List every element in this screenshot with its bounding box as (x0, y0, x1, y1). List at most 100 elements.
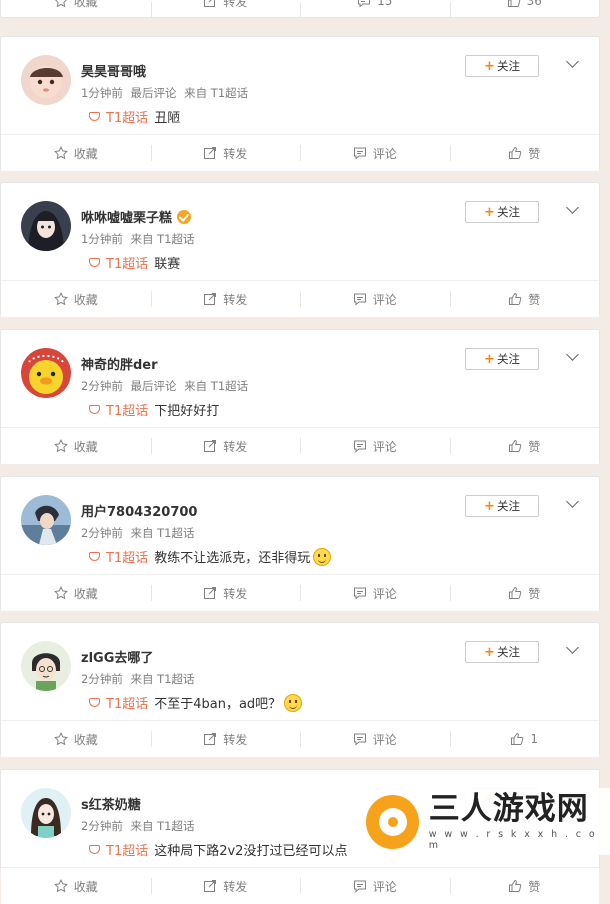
user-name-text[interactable]: zlGG去哪了 (81, 647, 153, 666)
repost-button[interactable]: 转发 (150, 721, 301, 757)
chevron-down-icon[interactable] (566, 641, 579, 654)
favorite-button[interactable]: 收藏 (1, 575, 151, 611)
user-name-text[interactable]: s红茶奶糖 (81, 794, 141, 813)
site-watermark: 三人游戏网 w w w . r s k x x h . c o m (360, 788, 610, 855)
like-button[interactable]: 36 (449, 0, 600, 18)
user-name[interactable]: 咻咻嘘嘘栗子糕 (81, 207, 192, 226)
repost-button[interactable]: 转发 (150, 575, 301, 611)
post-meta: 2分钟前 来自 T1超话 (81, 671, 198, 687)
comment-icon (357, 0, 371, 8)
star-icon (53, 439, 68, 453)
like-button[interactable]: 赞 (449, 868, 600, 904)
post-time[interactable]: 2分钟前 (81, 526, 123, 540)
follow-button[interactable]: + 关注 (465, 495, 539, 517)
like-label: 赞 (528, 879, 541, 894)
chevron-down-icon[interactable] (566, 55, 579, 68)
supertopic-icon (89, 405, 100, 414)
favorite-button[interactable]: 收藏 (1, 721, 151, 757)
user-name[interactable]: 昊昊哥哥哦 (81, 61, 146, 80)
post-time[interactable]: 1分钟前 (81, 86, 123, 100)
like-button[interactable]: 1 (449, 721, 600, 757)
user-name-text[interactable]: 昊昊哥哥哦 (81, 61, 146, 80)
star-icon (54, 0, 68, 8)
post-time[interactable]: 2分钟前 (81, 819, 123, 833)
comment-button[interactable]: 评论 (300, 721, 450, 757)
follow-button[interactable]: + 关注 (465, 348, 539, 370)
comment-button[interactable]: 评论 (300, 428, 450, 464)
topic-text[interactable]: T1超话 (106, 400, 148, 419)
like-button[interactable]: 赞 (449, 135, 600, 171)
avatar[interactable] (21, 788, 71, 838)
topic-link[interactable]: T1超话 (89, 107, 148, 126)
user-name[interactable]: 用户7804320700 (81, 501, 197, 520)
topic-text[interactable]: T1超话 (106, 547, 148, 566)
follow-button[interactable]: + 关注 (465, 201, 539, 223)
post-text: 这种局下路2v2没打过已经可以点 (154, 844, 348, 859)
chevron-down-icon[interactable] (566, 348, 579, 361)
like-button[interactable]: 赞 (449, 575, 600, 611)
post-from[interactable]: 来自 T1超话 (130, 672, 194, 686)
topic-text[interactable]: T1超话 (106, 840, 148, 859)
avatar[interactable] (21, 201, 71, 251)
avatar[interactable] (21, 495, 71, 545)
repost-button[interactable]: 转发 (150, 281, 301, 317)
post-body: T1超话 这种局下路2v2没打过已经可以点 (89, 840, 347, 859)
post-from[interactable]: 来自 T1超话 (130, 526, 194, 540)
favorite-button[interactable]: 收藏 (1, 428, 151, 464)
comment-label: 评论 (372, 879, 397, 894)
user-name-text[interactable]: 咻咻嘘嘘栗子糕 (81, 207, 172, 226)
avatar[interactable] (21, 641, 71, 691)
follow-label: 关注 (496, 59, 520, 73)
avatar[interactable] (21, 55, 71, 105)
post-time[interactable]: 2分钟前 (81, 672, 123, 686)
post-time[interactable]: 2分钟前 (81, 379, 123, 393)
post-from[interactable]: 来自 T1超话 (130, 232, 194, 246)
follow-button[interactable]: + 关注 (465, 641, 539, 663)
comment-button[interactable]: 评论 (300, 281, 450, 317)
repost-label: 转发 (223, 586, 248, 601)
user-name[interactable]: s红茶奶糖 (81, 794, 141, 813)
post-from[interactable]: 来自 T1超话 (130, 819, 194, 833)
favorite-button[interactable]: 收藏 (1, 135, 151, 171)
repost-button[interactable]: 转发 (150, 868, 301, 904)
repost-label: 转发 (223, 0, 248, 9)
repost-button[interactable]: 转发 (150, 0, 301, 18)
topic-link[interactable]: T1超话 (89, 840, 148, 859)
topic-link[interactable]: T1超话 (89, 547, 148, 566)
user-name-text[interactable]: 神奇的胖der (81, 354, 158, 373)
post-from[interactable]: 来自 T1超话 (184, 86, 248, 100)
user-name-text[interactable]: 用户7804320700 (81, 501, 197, 520)
repost-icon (203, 292, 217, 306)
comment-button[interactable]: 评论 (300, 135, 450, 171)
topic-text[interactable]: T1超话 (106, 253, 148, 272)
plus-icon: + (484, 644, 495, 660)
avatar[interactable] (21, 348, 71, 398)
comment-button[interactable]: 15 (300, 0, 450, 18)
favorite-button[interactable]: 收藏 (1, 0, 151, 10)
topic-link[interactable]: T1超话 (89, 253, 148, 272)
star-icon (53, 146, 68, 160)
chevron-down-icon[interactable] (566, 495, 579, 508)
repost-button[interactable]: 转发 (150, 135, 301, 171)
comment-button[interactable]: 评论 (300, 575, 450, 611)
topic-text[interactable]: T1超话 (106, 693, 148, 712)
like-button[interactable]: 赞 (449, 281, 600, 317)
like-label: 赞 (528, 586, 541, 601)
post-time[interactable]: 1分钟前 (81, 232, 123, 246)
topic-text[interactable]: T1超话 (106, 107, 148, 126)
favorite-button[interactable]: 收藏 (1, 868, 151, 904)
topic-link[interactable]: T1超话 (89, 400, 148, 419)
follow-button[interactable]: + 关注 (465, 55, 539, 77)
user-name[interactable]: zlGG去哪了 (81, 647, 153, 666)
comment-icon (353, 586, 367, 600)
favorite-button[interactable]: 收藏 (1, 281, 151, 317)
favorite-label: 收藏 (73, 732, 98, 747)
repost-button[interactable]: 转发 (150, 428, 301, 464)
topic-link[interactable]: T1超话 (89, 693, 148, 712)
laugh-emoji-icon (313, 547, 332, 566)
post-from[interactable]: 来自 T1超话 (184, 379, 248, 393)
user-name[interactable]: 神奇的胖der (81, 354, 158, 373)
chevron-down-icon[interactable] (566, 201, 579, 214)
like-button[interactable]: 赞 (449, 428, 600, 464)
comment-button[interactable]: 评论 (300, 868, 450, 904)
